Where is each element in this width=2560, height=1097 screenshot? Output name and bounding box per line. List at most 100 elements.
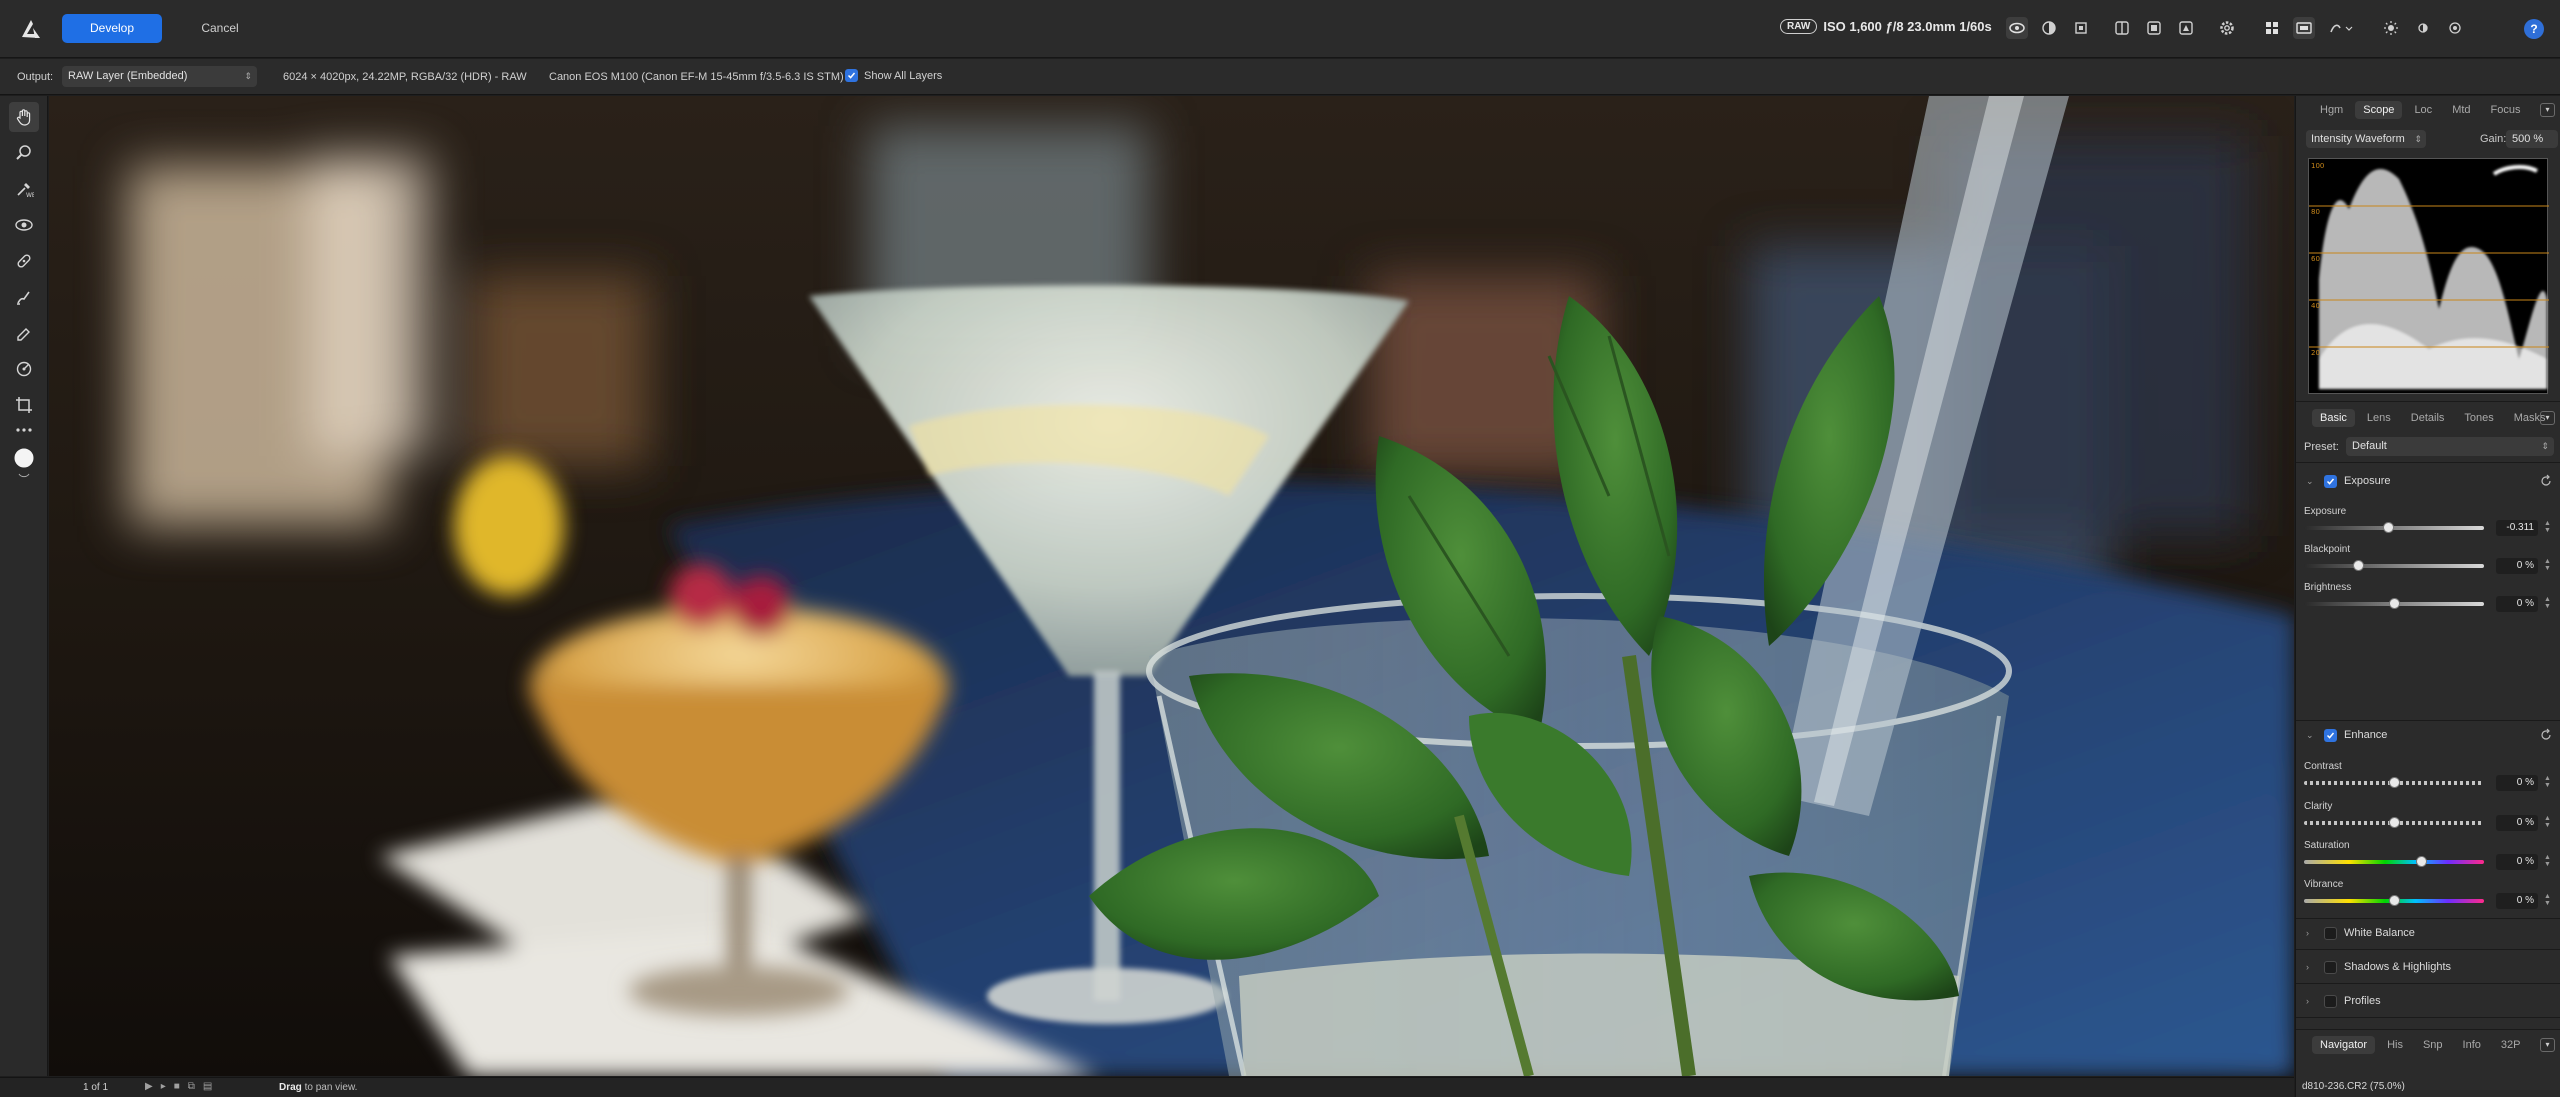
tab-navigator[interactable]: Navigator [2312, 1036, 2376, 1054]
clarity-slider[interactable] [2304, 817, 2484, 828]
frames-icon[interactable]: ▤ [203, 1081, 212, 1092]
profiles-enable-checkbox[interactable] [2324, 994, 2337, 1008]
contrast-slider[interactable] [2304, 777, 2484, 788]
sun-half-icon[interactable] [2412, 17, 2434, 39]
scope-mode-select[interactable]: Intensity Waveform ⇕ [2306, 130, 2426, 148]
saturation-stepper-icon[interactable]: ▲ ▼ [2544, 854, 2553, 868]
clarity-value-field[interactable]: 0 % [2496, 815, 2538, 831]
blackpoint-slider[interactable] [2304, 560, 2484, 571]
exposure-value-field[interactable]: -0.311 [2496, 520, 2538, 536]
gear-icon[interactable] [2216, 17, 2238, 39]
tab-32p[interactable]: 32P [2493, 1036, 2529, 1054]
chevron-down-icon[interactable]: ▾ [2540, 1038, 2555, 1052]
develop-button[interactable]: Develop [62, 14, 162, 43]
vibrance-stepper-icon[interactable]: ▲ ▼ [2544, 893, 2553, 907]
mirror-view-icon[interactable] [2143, 17, 2165, 39]
profiles-section-header[interactable]: › Profiles [2296, 990, 2560, 1012]
tab-tones[interactable]: Tones [2456, 409, 2501, 427]
assistant-dropdown-icon[interactable] [2325, 17, 2357, 39]
red-eye-tool-icon[interactable] [9, 210, 39, 240]
tab-mtd[interactable]: Mtd [2444, 101, 2478, 119]
chevron-right-icon[interactable]: › [2306, 996, 2318, 1006]
copy-icon[interactable]: ⧉ [188, 1081, 195, 1092]
gain-select[interactable]: 500 % [2506, 130, 2558, 148]
show-all-layers-toggle[interactable]: Show All Layers [845, 69, 942, 82]
compare-view-icon[interactable] [2175, 17, 2197, 39]
brightness-slider-thumb[interactable] [2388, 598, 2400, 609]
chevron-down-icon[interactable]: ⌄ [2306, 730, 2318, 741]
help-button[interactable]: ? [2524, 19, 2544, 39]
stop-icon[interactable]: ■ [174, 1081, 180, 1092]
brightness-slider[interactable] [2304, 598, 2484, 609]
brightness-icon[interactable] [2444, 17, 2466, 39]
brightness-value-field[interactable]: 0 % [2496, 596, 2538, 612]
shadows-highlights-enable-checkbox[interactable] [2324, 960, 2337, 974]
brightness-stepper-icon[interactable]: ▲ ▼ [2544, 596, 2553, 610]
clipping-shadows-icon[interactable] [2038, 17, 2060, 39]
blemish-tool-icon[interactable] [9, 246, 39, 276]
blackpoint-slider-thumb[interactable] [2352, 560, 2364, 571]
tab-details[interactable]: Details [2403, 409, 2453, 427]
grid-toggle-icon[interactable] [2261, 17, 2283, 39]
enhance-enable-checkbox[interactable] [2324, 728, 2337, 742]
overlay-erase-icon[interactable] [9, 318, 39, 348]
chevron-down-icon[interactable]: ▾ [2540, 411, 2555, 425]
blackpoint-value-field[interactable]: 0 % [2496, 558, 2538, 574]
tab-hgm[interactable]: Hgm [2312, 101, 2351, 119]
exposure-slider[interactable] [2304, 522, 2484, 533]
exposure-slider-thumb[interactable] [2383, 522, 2395, 533]
clarity-stepper-icon[interactable]: ▲ ▼ [2544, 815, 2553, 829]
chevron-down-icon[interactable]: ▾ [2540, 103, 2555, 117]
gradient-tool-icon[interactable] [9, 354, 39, 384]
preset-select[interactable]: Default ⇕ [2346, 437, 2554, 456]
color-swatch-icon[interactable] [9, 447, 39, 478]
saturation-value-field[interactable]: 0 % [2496, 854, 2538, 870]
chevron-down-icon[interactable]: ⌄ [2306, 476, 2318, 487]
white-balance-picker-icon[interactable]: WB [9, 174, 39, 204]
clarity-slider-thumb[interactable] [2388, 817, 2400, 828]
vibrance-slider-thumb[interactable] [2388, 895, 2400, 906]
contrast-value-field[interactable]: 0 % [2496, 775, 2538, 791]
sun-icon[interactable] [2380, 17, 2402, 39]
reset-icon[interactable] [2539, 474, 2553, 488]
tab-scope[interactable]: Scope [2355, 101, 2403, 119]
hand-tool-icon[interactable] [9, 102, 39, 132]
chevron-right-icon[interactable]: › [2306, 962, 2318, 972]
overlay-paint-icon[interactable] [9, 282, 39, 312]
play-icon[interactable]: ▶ [145, 1081, 153, 1092]
vibrance-slider[interactable] [2304, 895, 2484, 906]
tab-lens[interactable]: Lens [2359, 409, 2399, 427]
tab-loc[interactable]: Loc [2406, 101, 2440, 119]
more-tools-icon[interactable] [9, 420, 39, 440]
filmstrip-toggle-icon[interactable] [2293, 17, 2315, 39]
step-forward-icon[interactable]: ▸ [161, 1081, 166, 1092]
split-view-icon[interactable] [2111, 17, 2133, 39]
contrast-slider-thumb[interactable] [2388, 777, 2400, 788]
chevron-right-icon[interactable]: › [2306, 928, 2318, 938]
tab-history[interactable]: His [2379, 1036, 2411, 1054]
tab-focus[interactable]: Focus [2483, 101, 2529, 119]
saturation-slider-thumb[interactable] [2415, 856, 2427, 867]
white-balance-enable-checkbox[interactable] [2324, 926, 2337, 940]
check-icon[interactable] [845, 69, 858, 82]
blackpoint-stepper-icon[interactable]: ▲ ▼ [2544, 558, 2553, 572]
zoom-tool-icon[interactable] [9, 138, 39, 168]
exposure-stepper-icon[interactable]: ▲ ▼ [2544, 520, 2553, 534]
tab-basic[interactable]: Basic [2312, 409, 2355, 427]
output-select[interactable]: RAW Layer (Embedded) ⇕ [62, 66, 257, 87]
contrast-stepper-icon[interactable]: ▲ ▼ [2544, 775, 2553, 789]
exposure-section-header[interactable]: ⌄ Exposure [2296, 470, 2560, 492]
reset-icon[interactable] [2539, 728, 2553, 742]
cancel-button[interactable]: Cancel [178, 14, 262, 43]
enhance-section-header[interactable]: ⌄ Enhance [2296, 724, 2560, 746]
shadows-highlights-section-header[interactable]: › Shadows & Highlights [2296, 956, 2560, 978]
image-canvas[interactable] [49, 96, 2294, 1076]
crop-tool-icon[interactable] [9, 390, 39, 420]
view-eye-icon[interactable] [2006, 17, 2028, 39]
clipping-highlights-icon[interactable] [2070, 17, 2092, 39]
exposure-enable-checkbox[interactable] [2324, 474, 2337, 488]
white-balance-section-header[interactable]: › White Balance [2296, 922, 2560, 944]
tab-snapshots[interactable]: Snp [2415, 1036, 2451, 1054]
tab-info[interactable]: Info [2455, 1036, 2489, 1054]
saturation-slider[interactable] [2304, 856, 2484, 867]
